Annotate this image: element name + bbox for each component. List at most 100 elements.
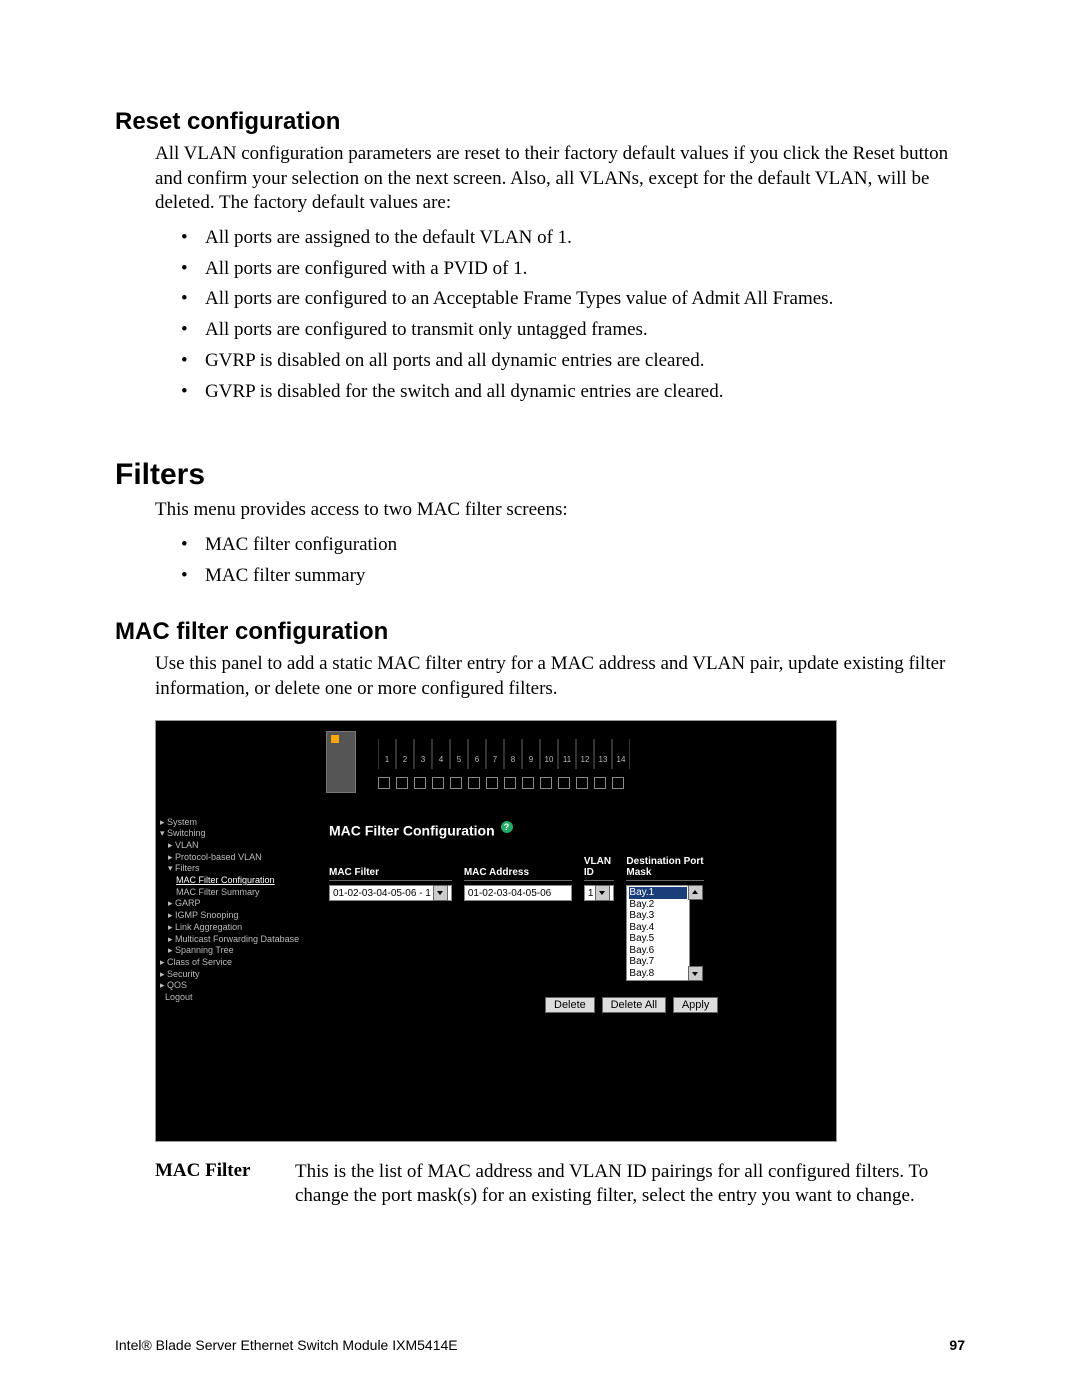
list-item[interactable]: Bay.3 (629, 910, 687, 922)
port-status-box (378, 777, 390, 789)
nav-switching[interactable]: ▾ Switching (160, 828, 315, 840)
bullet: MAC filter configuration (177, 533, 965, 558)
port-num: 7 (486, 739, 504, 769)
col-dest-port: Destination Port Mask Bay.1 Bay.2 Bay.3 … (626, 852, 703, 981)
col-hdr-vlan-id: VLAN ID (584, 852, 615, 881)
bullet: All ports are configured to an Acceptabl… (177, 287, 965, 312)
scroll-down-icon[interactable] (688, 966, 703, 981)
port-status-box (396, 777, 408, 789)
nav-tree: ▸ System ▾ Switching ▸ VLAN ▸ Protocol-b… (156, 811, 319, 1141)
port-num: 12 (576, 739, 594, 769)
dest-port-listbox[interactable]: Bay.1 Bay.2 Bay.3 Bay.4 Bay.5 Bay.6 Bay.… (626, 885, 690, 981)
vlan-id-select[interactable]: 1 (584, 885, 615, 901)
col-vlan-id: VLAN ID 1 (584, 852, 615, 901)
dropdown-icon[interactable] (595, 885, 610, 901)
mac-filter-screenshot: 1 2 3 4 5 6 7 8 9 10 11 12 13 14 (155, 720, 837, 1142)
port-status-box (414, 777, 426, 789)
nav-vlan[interactable]: ▸ VLAN (160, 840, 315, 852)
nav-class-of-service[interactable]: ▸ Class of Service (160, 957, 315, 969)
filters-heading: Filters (115, 458, 965, 492)
bullet: GVRP is disabled on all ports and all dy… (177, 349, 965, 374)
filters-bullets: MAC filter configuration MAC filter summ… (177, 533, 965, 588)
list-item[interactable]: Bay.5 (629, 933, 687, 945)
nav-spanning-tree[interactable]: ▸ Spanning Tree (160, 945, 315, 957)
dropdown-icon[interactable] (433, 885, 448, 901)
port-num: 2 (396, 739, 414, 769)
port-status-box (504, 777, 516, 789)
port-status-box (450, 777, 462, 789)
definition-desc: This is the list of MAC address and VLAN… (295, 1160, 965, 1209)
filters-intro: This menu provides access to two MAC fil… (155, 498, 965, 523)
page-number: 97 (949, 1337, 965, 1353)
bullet: All ports are configured with a PVID of … (177, 257, 965, 282)
shot-header-bar: 1 2 3 4 5 6 7 8 9 10 11 12 13 14 (156, 721, 836, 811)
port-num: 10 (540, 739, 558, 769)
filter-form: MAC Filter 01-02-03-04-05-06 - 1 MAC Add… (329, 852, 826, 981)
footer-text: Intel® Blade Server Ethernet Switch Modu… (115, 1337, 458, 1353)
col-hdr-mac-filter: MAC Filter (329, 852, 452, 881)
nav-filters[interactable]: ▾ Filters (160, 863, 315, 875)
port-num: 5 (450, 739, 468, 769)
port-num: 6 (468, 739, 486, 769)
definition-term: MAC Filter (155, 1160, 295, 1209)
delete-button[interactable]: Delete (545, 997, 595, 1013)
bullet: All ports are configured to transmit onl… (177, 318, 965, 343)
list-item[interactable]: Bay.1 (629, 887, 687, 899)
nav-security[interactable]: ▸ Security (160, 969, 315, 981)
port-status-box (468, 777, 480, 789)
port-num: 1 (378, 739, 396, 769)
nav-protocol-vlan[interactable]: ▸ Protocol-based VLAN (160, 852, 315, 864)
list-item[interactable]: Bay.7 (629, 956, 687, 968)
port-num: 8 (504, 739, 522, 769)
apply-button[interactable]: Apply (673, 997, 719, 1013)
nav-multicast-fwd-db[interactable]: ▸ Multicast Forwarding Database (160, 934, 315, 946)
nav-logout[interactable]: Logout (160, 992, 315, 1004)
content-panel: MAC Filter Configuration ? MAC Filter 01… (319, 811, 836, 1141)
reset-config-heading: Reset configuration (115, 108, 965, 136)
reset-config-bullets: All ports are assigned to the default VL… (177, 226, 965, 404)
nav-mac-filter-config[interactable]: MAC Filter Configuration (160, 875, 315, 887)
list-item[interactable]: Bay.8 (629, 968, 687, 980)
port-number-strip: 1 2 3 4 5 6 7 8 9 10 11 12 13 14 (378, 739, 630, 769)
port-num: 9 (522, 739, 540, 769)
port-num: 13 (594, 739, 612, 769)
list-item[interactable]: Bay.2 (629, 899, 687, 911)
page-footer: Intel® Blade Server Ethernet Switch Modu… (115, 1337, 965, 1353)
mac-filter-intro: Use this panel to add a static MAC filte… (155, 652, 965, 701)
delete-all-button[interactable]: Delete All (602, 997, 666, 1013)
nav-link-aggregation[interactable]: ▸ Link Aggregation (160, 922, 315, 934)
help-icon[interactable]: ? (501, 821, 513, 833)
mac-filter-heading: MAC filter configuration (115, 618, 965, 646)
port-num: 11 (558, 739, 576, 769)
bullet: MAC filter summary (177, 564, 965, 589)
port-status-box (612, 777, 624, 789)
panel-title: MAC Filter Configuration ? (329, 821, 826, 839)
reset-config-intro: All VLAN configuration parameters are re… (155, 142, 965, 216)
port-num: 3 (414, 739, 432, 769)
port-status-box (576, 777, 588, 789)
col-hdr-dest-port: Destination Port Mask (626, 852, 703, 881)
port-num: 14 (612, 739, 630, 769)
col-mac-address: MAC Address 01-02-03-04-05-06 (464, 852, 572, 901)
button-row: Delete Delete All Apply (545, 997, 826, 1013)
nav-qos[interactable]: ▸ QOS (160, 980, 315, 992)
scroll-up-icon[interactable] (688, 885, 703, 900)
mac-filter-select[interactable]: 01-02-03-04-05-06 - 1 (329, 885, 452, 901)
col-hdr-mac-address: MAC Address (464, 852, 572, 881)
port-status-box (486, 777, 498, 789)
bullet: All ports are assigned to the default VL… (177, 226, 965, 251)
port-status-box (432, 777, 444, 789)
port-num: 4 (432, 739, 450, 769)
nav-mac-filter-summary[interactable]: MAC Filter Summary (160, 887, 315, 899)
mac-address-input[interactable]: 01-02-03-04-05-06 (464, 885, 572, 901)
nav-system[interactable]: ▸ System (160, 817, 315, 829)
port-status-box (594, 777, 606, 789)
list-item[interactable]: Bay.6 (629, 945, 687, 957)
port-status-box (558, 777, 570, 789)
bullet: GVRP is disabled for the switch and all … (177, 380, 965, 405)
port-status-box (522, 777, 534, 789)
nav-igmp-snooping[interactable]: ▸ IGMP Snooping (160, 910, 315, 922)
port-status-strip (378, 777, 630, 789)
list-item[interactable]: Bay.4 (629, 922, 687, 934)
nav-garp[interactable]: ▸ GARP (160, 898, 315, 910)
